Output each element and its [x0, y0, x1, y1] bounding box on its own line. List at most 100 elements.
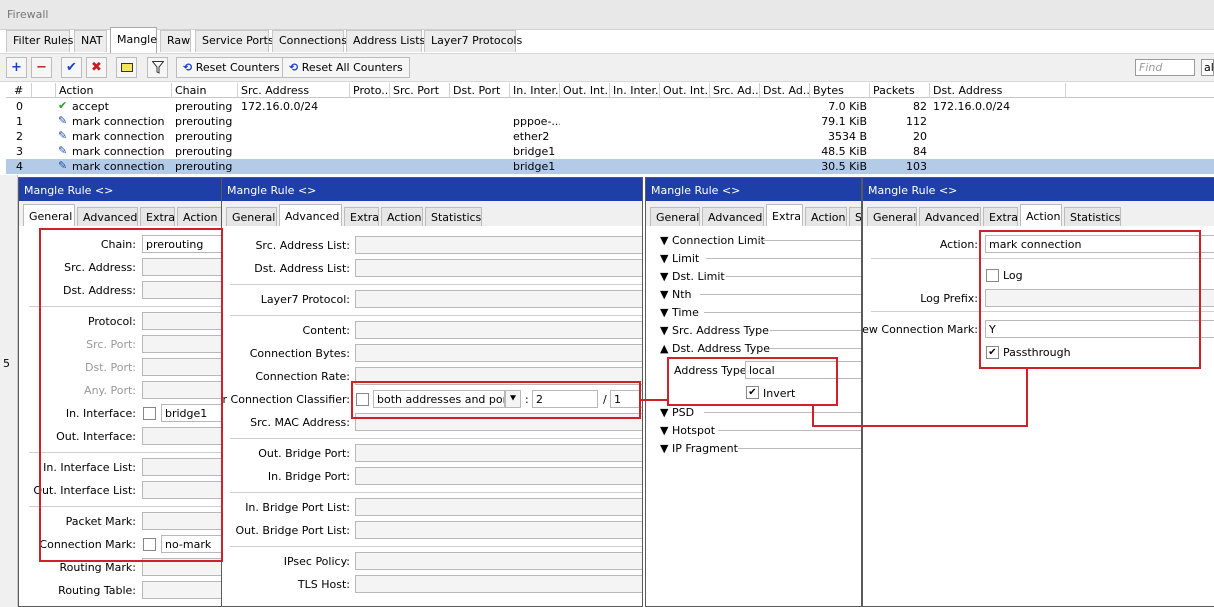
- window-title-bar[interactable]: Mangle Rule <>: [19, 178, 222, 201]
- tab-raw[interactable]: Raw: [160, 30, 191, 52]
- out-bridge-port-label: Out. Bridge Port:: [258, 447, 350, 460]
- tab-action[interactable]: Action: [1020, 204, 1062, 227]
- src-address-list-input[interactable]: [355, 236, 642, 254]
- col-dst-address-list[interactable]: Dst. Ad...: [760, 83, 810, 98]
- filter-select[interactable]: all: [1201, 59, 1214, 76]
- tab-filter-rules[interactable]: Filter Rules: [6, 30, 73, 52]
- find-input[interactable]: Find: [1135, 59, 1195, 76]
- tab-general[interactable]: General: [226, 207, 277, 227]
- col-in-interface[interactable]: In. Inter...: [510, 83, 560, 98]
- col-flags[interactable]: [32, 83, 56, 98]
- tab-advanced[interactable]: Advanced: [702, 207, 764, 227]
- table-row[interactable]: 2 mark connection prerouting ether2 3534 B 20…: [6, 129, 1214, 144]
- cell-src: [238, 159, 350, 174]
- content-input[interactable]: [355, 321, 642, 339]
- add-button[interactable]: +: [6, 57, 27, 78]
- remove-button[interactable]: −: [31, 57, 52, 78]
- routing-table-label: Routing Table:: [58, 584, 136, 597]
- tab-extra[interactable]: Extra: [140, 207, 175, 227]
- tab-statistics[interactable]: Statistics: [1064, 207, 1121, 227]
- reset-all-counters-button[interactable]: ⟲ Reset All Counters: [282, 57, 410, 78]
- col-chain[interactable]: Chain: [172, 83, 238, 98]
- in-bridge-port-list-input[interactable]: [355, 498, 642, 516]
- tab-address-lists[interactable]: Address Lists: [346, 30, 425, 52]
- window-title-bar[interactable]: Mangle Rule <>: [863, 178, 1214, 201]
- tab-statistics[interactable]: St: [849, 207, 861, 227]
- tab-general[interactable]: General: [23, 204, 75, 227]
- tab-advanced[interactable]: Advanced: [919, 207, 981, 227]
- table-row[interactable]: 4 mark connection prerouting bridge1 30.5 Ki…: [6, 159, 1214, 174]
- cell-chain: prerouting: [175, 100, 233, 113]
- window-title-bar[interactable]: Mangle Rule <>: [222, 178, 642, 201]
- tab-statistics[interactable]: Statistics: [425, 207, 482, 227]
- section-time[interactable]: ▼ Time: [660, 306, 699, 319]
- in-bridge-port-input[interactable]: [355, 467, 642, 485]
- reset-counters-button[interactable]: ⟲ Reset Counters: [176, 57, 287, 78]
- tab-extra[interactable]: Extra: [983, 207, 1018, 227]
- table-status-area: 5: [0, 175, 18, 607]
- toolbar: + − ✔ ✖ ⟲ Reset Counters ⟲ Reset All Cou…: [0, 53, 1214, 82]
- filter-button[interactable]: [147, 57, 168, 78]
- col-src-address-list[interactable]: Src. Ad...: [710, 83, 760, 98]
- section-ip-fragment[interactable]: ▼ IP Fragment: [660, 442, 738, 455]
- pencil-icon: ✎: [58, 159, 68, 172]
- section-label: IP Fragment: [671, 442, 738, 455]
- table-row[interactable]: 1 mark connection prerouting pppoe-... 79.1 …: [6, 114, 1214, 129]
- col-in-interface-list[interactable]: In. Inter...: [610, 83, 660, 98]
- col-num[interactable]: #: [6, 83, 32, 98]
- out-bridge-port-input[interactable]: [355, 444, 642, 462]
- section-rule: [738, 448, 861, 449]
- tab-extra[interactable]: Extra: [766, 204, 803, 227]
- section-hotspot[interactable]: ▼ Hotspot: [660, 424, 715, 437]
- table-row[interactable]: 3 mark connection prerouting bridge1 48.5 Ki…: [6, 144, 1214, 159]
- enable-button[interactable]: ✔: [61, 57, 82, 78]
- tab-advanced[interactable]: Advanced: [279, 204, 342, 227]
- tab-layer7-protocols[interactable]: Layer7 Protocols: [424, 30, 522, 52]
- separator: [230, 492, 642, 493]
- col-action[interactable]: Action: [56, 83, 172, 98]
- col-src-port[interactable]: Src. Port: [390, 83, 450, 98]
- tab-extra[interactable]: Extra: [344, 207, 379, 227]
- ipsec-policy-input[interactable]: [355, 552, 642, 570]
- section-src-address-type[interactable]: ▼ Src. Address Type: [660, 324, 769, 337]
- disable-button[interactable]: ✖: [86, 57, 107, 78]
- tab-advanced[interactable]: Advanced: [77, 207, 138, 227]
- collapse-arrow-icon: ▼: [660, 252, 672, 265]
- out-bridge-port-list-input[interactable]: [355, 521, 642, 539]
- collapse-arrow-icon: ▼: [660, 234, 672, 247]
- dst-address-list-input[interactable]: [355, 259, 642, 277]
- col-out-interface-list[interactable]: Out. Int...: [660, 83, 710, 98]
- section-connection-limit[interactable]: ▼ Connection Limit: [660, 234, 765, 247]
- tab-nat[interactable]: NAT: [74, 30, 107, 52]
- section-dst-limit[interactable]: ▼ Dst. Limit: [660, 270, 725, 283]
- window-title-bar[interactable]: Mangle Rule <>: [646, 178, 861, 201]
- tls-host-input[interactable]: [355, 575, 642, 593]
- tab-connections[interactable]: Connections: [272, 30, 347, 52]
- action-label: Action:: [939, 238, 978, 251]
- section-limit[interactable]: ▼ Limit: [660, 252, 699, 265]
- col-packets[interactable]: Packets: [870, 83, 930, 98]
- col-out-interface[interactable]: Out. Int...: [560, 83, 610, 98]
- col-src-address[interactable]: Src. Address: [238, 83, 350, 98]
- col-protocol[interactable]: Proto...: [350, 83, 390, 98]
- tab-action[interactable]: Action: [177, 207, 222, 227]
- connection-bytes-input[interactable]: [355, 344, 642, 362]
- in-bridge-port-list-label: In. Bridge Port List:: [245, 501, 350, 514]
- col-dst-port[interactable]: Dst. Port: [450, 83, 510, 98]
- col-bytes[interactable]: Bytes: [810, 83, 870, 98]
- routing-table-input[interactable]: [142, 581, 222, 599]
- tab-action[interactable]: Action: [805, 207, 847, 227]
- tab-mangle[interactable]: Mangle: [110, 27, 157, 53]
- tab-general[interactable]: General: [650, 207, 700, 227]
- connector-line: [812, 405, 814, 427]
- tab-service-ports[interactable]: Service Ports: [195, 30, 274, 52]
- tab-action[interactable]: Action: [381, 207, 423, 227]
- layer7-protocol-input[interactable]: [355, 290, 642, 308]
- section-dst-address-type[interactable]: ▲ Dst. Address Type: [660, 342, 770, 355]
- section-psd[interactable]: ▼ PSD: [660, 406, 694, 419]
- section-nth[interactable]: ▼ Nth: [660, 288, 691, 301]
- col-dst-address[interactable]: Dst. Address: [930, 83, 1066, 98]
- table-row[interactable]: 0 accept prerouting 172.16.0.0/24 7.0 KiB 82 1…: [6, 99, 1214, 114]
- comment-button[interactable]: [116, 57, 137, 78]
- tab-general[interactable]: General: [867, 207, 917, 227]
